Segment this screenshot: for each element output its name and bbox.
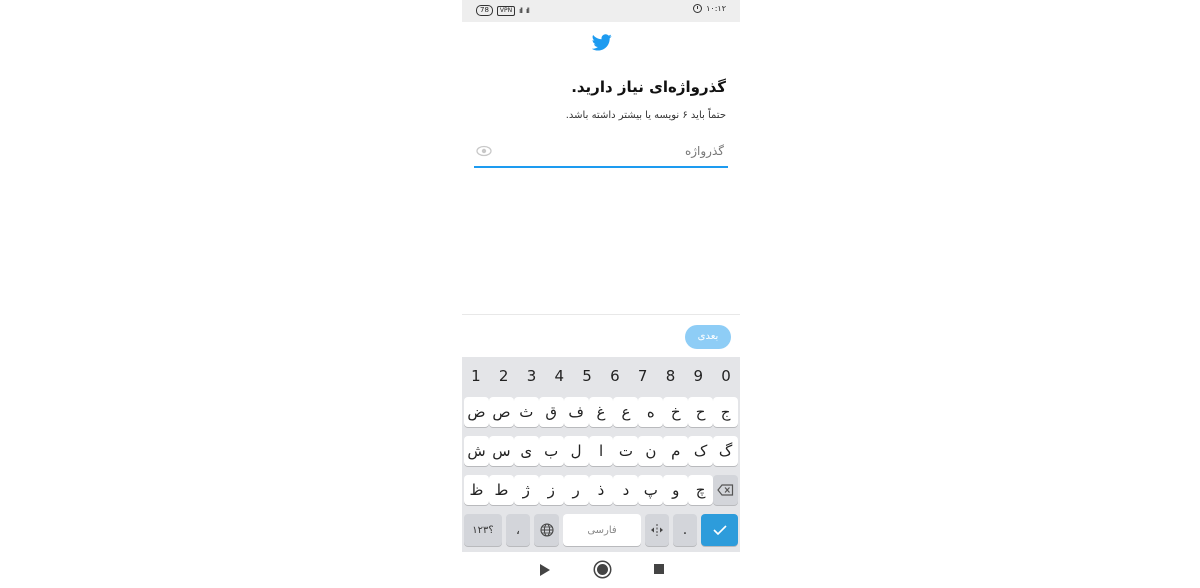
twitter-bird-icon: [592, 34, 612, 51]
key-letter[interactable]: چ: [688, 475, 714, 505]
key-letter[interactable]: ق: [538, 397, 564, 427]
key-letter[interactable]: ت: [613, 436, 639, 466]
key-letter[interactable]: و: [663, 475, 689, 505]
key-letter[interactable]: ط: [488, 475, 514, 505]
key-letter[interactable]: ل: [563, 436, 589, 466]
key-letter[interactable]: ر: [563, 475, 589, 505]
key-letter[interactable]: ع: [613, 397, 639, 427]
keyboard-row-1: ج ح خ ه ع غ ف ق ث ص ض: [464, 397, 738, 429]
signal-icon-2: ıll: [525, 6, 530, 15]
page-subtitle: حتماً باید ۶ نویسه یا بیشتر داشته باشد.: [565, 110, 726, 121]
key-letter[interactable]: س: [488, 436, 514, 466]
key-letter[interactable]: ز: [538, 475, 564, 505]
footer-divider: [462, 314, 740, 315]
status-bar: 78 VPN ıll ıll ۱۰:۱۲: [462, 0, 740, 22]
enter-key[interactable]: [701, 514, 738, 546]
key-letter[interactable]: ث: [513, 397, 539, 427]
battery-indicator: 78: [476, 5, 493, 16]
key-letter[interactable]: ص: [488, 397, 514, 427]
password-input[interactable]: [504, 144, 724, 158]
key-letter[interactable]: غ: [588, 397, 614, 427]
key-letter[interactable]: خ: [663, 397, 689, 427]
key-5[interactable]: 5: [575, 367, 599, 385]
key-letter[interactable]: م: [663, 436, 689, 466]
key-0[interactable]: 0: [714, 367, 738, 385]
globe-key[interactable]: [534, 514, 559, 546]
page-title: گذرواژه‌ای نیاز دارید.: [571, 78, 726, 96]
key-letter[interactable]: پ: [638, 475, 664, 505]
key-8[interactable]: 8: [658, 367, 682, 385]
key-letter[interactable]: ب: [538, 436, 564, 466]
key-letter[interactable]: ک: [688, 436, 714, 466]
key-4[interactable]: 4: [547, 367, 571, 385]
navigation-bar: [462, 552, 740, 588]
recent-square-icon[interactable]: [654, 564, 664, 574]
keyboard-row-2: گ ک م ن ت ا ل ب ی س ش: [464, 436, 738, 468]
key-letter[interactable]: ش: [464, 436, 489, 466]
status-time: ۱۰:۱۲: [706, 4, 726, 13]
period-key[interactable]: .: [673, 514, 697, 546]
key-letter[interactable]: ا: [588, 436, 614, 466]
status-right: ۱۰:۱۲: [693, 4, 726, 13]
keyboard-number-row: 1 2 3 4 5 6 7 8 9 0: [462, 357, 740, 395]
home-circle-icon[interactable]: [595, 562, 610, 577]
key-letter[interactable]: ف: [563, 397, 589, 427]
key-letter[interactable]: ه: [638, 397, 664, 427]
backspace-icon: [717, 484, 734, 496]
numeric-mode-key[interactable]: ؟۱۲۳: [464, 514, 502, 546]
password-field[interactable]: [474, 140, 728, 168]
key-1[interactable]: 1: [464, 367, 488, 385]
key-letter[interactable]: گ: [713, 436, 738, 466]
alarm-icon: [693, 4, 703, 13]
space-key[interactable]: فارسی: [563, 514, 641, 546]
keyboard: 1 2 3 4 5 6 7 8 9 0 ج ح خ ه ع غ ف ق ث ص …: [462, 357, 740, 552]
vpn-indicator: VPN: [496, 5, 516, 16]
key-letter[interactable]: ج: [713, 397, 738, 427]
key-letter[interactable]: ح: [688, 397, 714, 427]
key-7[interactable]: 7: [631, 367, 655, 385]
key-6[interactable]: 6: [603, 367, 627, 385]
key-letter[interactable]: ژ: [513, 475, 539, 505]
cursor-key[interactable]: [645, 514, 669, 546]
comma-key[interactable]: ،: [506, 514, 530, 546]
backspace-key[interactable]: [713, 475, 738, 505]
key-3[interactable]: 3: [519, 367, 543, 385]
signal-icon: ıll: [519, 6, 523, 15]
key-letter[interactable]: ی: [513, 436, 539, 466]
phone-screen: 78 VPN ıll ıll ۱۰:۱۲ گذرواژه‌ای نیاز دار…: [462, 0, 740, 588]
keyboard-bottom-row: ؟۱۲۳ ، فارسی .: [464, 514, 738, 546]
key-9[interactable]: 9: [686, 367, 710, 385]
globe-icon: [539, 523, 554, 537]
key-letter[interactable]: ذ: [588, 475, 614, 505]
cursor-move-icon: [651, 524, 663, 536]
key-letter[interactable]: ض: [464, 397, 489, 427]
checkmark-icon: [712, 525, 727, 535]
key-2[interactable]: 2: [492, 367, 516, 385]
key-letter[interactable]: ظ: [464, 475, 489, 505]
next-button[interactable]: بعدی: [685, 325, 731, 349]
key-letter[interactable]: ن: [638, 436, 664, 466]
status-left: 78 VPN ıll ıll: [476, 5, 530, 16]
keyboard-row-3: چ و پ د ذ ر ز ژ ط ظ: [464, 475, 738, 507]
back-triangle-icon[interactable]: [540, 564, 550, 576]
key-letter[interactable]: د: [613, 475, 639, 505]
eye-icon[interactable]: [476, 145, 492, 157]
